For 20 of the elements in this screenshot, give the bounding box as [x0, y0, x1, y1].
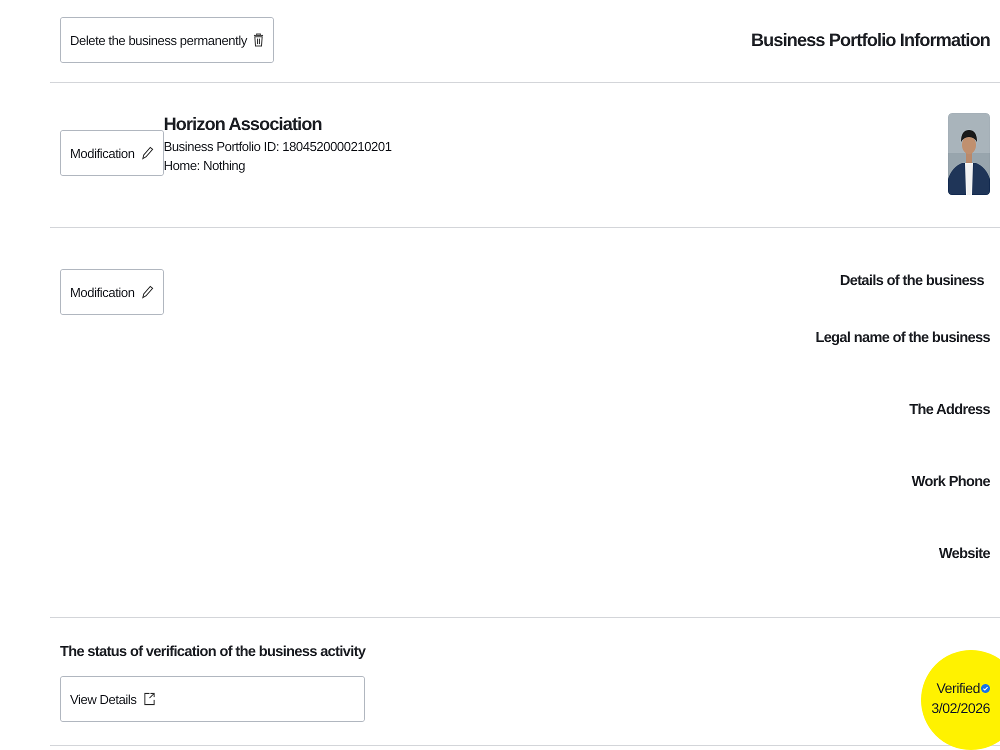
external-link-icon [142, 691, 156, 707]
portfolio-id: Business Portfolio ID: 1804520000210201 [164, 138, 392, 154]
view-details-button[interactable]: View Details [60, 676, 366, 722]
home-text: Home: Nothing [164, 158, 246, 172]
status-text: Verified [936, 680, 990, 696]
field-label: Legal name of the business [815, 330, 990, 348]
field-label: Website [938, 546, 990, 564]
section-title: Details of the business [840, 273, 984, 289]
field-label: The Address [909, 402, 990, 420]
page-title: Business Portfolio Information [750, 30, 990, 51]
modification-button[interactable]: Modification [60, 269, 164, 315]
delete-button[interactable]: Delete the business permanently [60, 17, 274, 63]
business-name: Horizon Association [164, 114, 323, 134]
date-text: 3/02/2026 [931, 700, 990, 716]
field-label: Work Phone [912, 474, 990, 492]
pencil-icon [140, 145, 154, 161]
verification-title: The status of verification of the business activity [60, 644, 366, 660]
pencil-icon [140, 284, 154, 300]
modification-button[interactable]: Modification [60, 130, 164, 176]
trash-icon [252, 32, 264, 48]
